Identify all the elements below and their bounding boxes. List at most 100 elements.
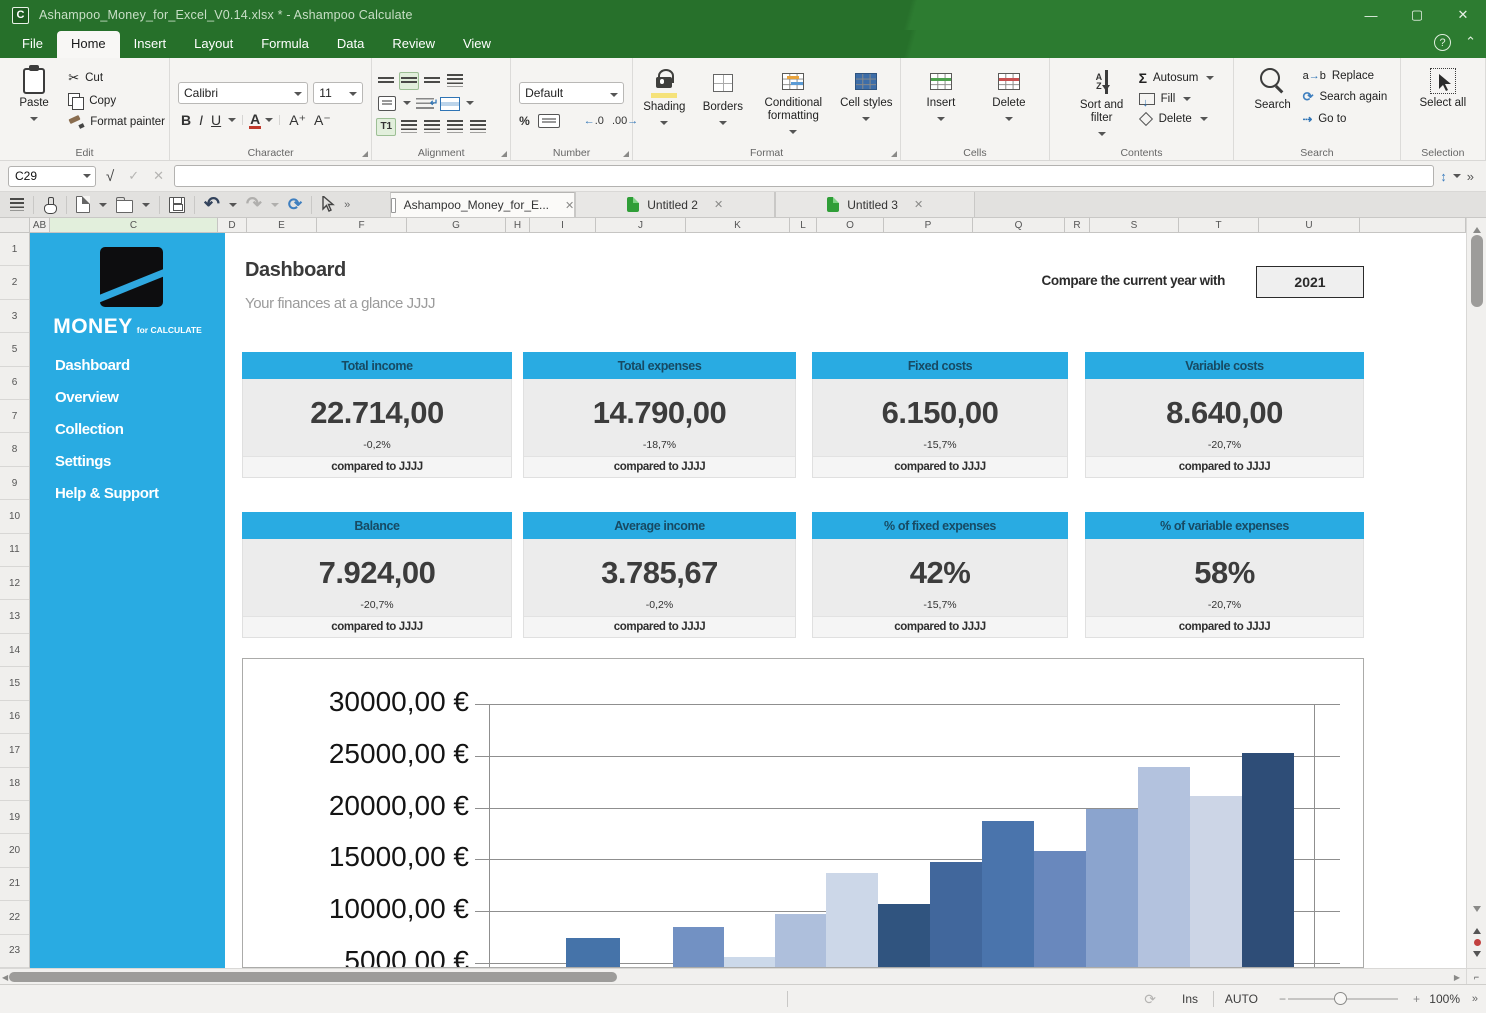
- borders-dropdown[interactable]: [719, 121, 727, 129]
- row-header-17[interactable]: 17: [0, 734, 29, 767]
- row-header-9[interactable]: 9: [0, 467, 29, 500]
- undo-dropdown[interactable]: [229, 203, 237, 211]
- conditional-formatting-dropdown[interactable]: [789, 130, 797, 138]
- sheet-tab-3[interactable]: Untitled 3✕: [775, 192, 975, 217]
- vertical-scrollbar-thumb[interactable]: [1471, 235, 1483, 307]
- character-dialog-launcher[interactable]: [362, 151, 368, 157]
- sidebar-item-collection[interactable]: Collection: [55, 413, 217, 445]
- row-header-2[interactable]: 2: [0, 266, 29, 299]
- sheet-tab-1[interactable]: Ashampoo_Money_for_E...✕: [390, 192, 575, 217]
- row-header-7[interactable]: 7: [0, 400, 29, 433]
- column-header-G[interactable]: G: [407, 218, 506, 232]
- align-distribute-button[interactable]: [445, 72, 465, 90]
- font-color-button[interactable]: A: [249, 112, 261, 129]
- select-all-corner[interactable]: [0, 218, 30, 232]
- borders-small-dropdown[interactable]: [403, 101, 411, 109]
- menu-view[interactable]: View: [449, 31, 505, 58]
- formula-input[interactable]: [174, 165, 1434, 187]
- column-header-S[interactable]: S: [1090, 218, 1179, 232]
- cell-styles-dropdown[interactable]: [862, 117, 870, 125]
- wrap-text-button[interactable]: [414, 94, 436, 114]
- align-right-button[interactable]: [445, 118, 465, 136]
- row-header-8[interactable]: 8: [0, 433, 29, 466]
- zoom-slider[interactable]: [1288, 998, 1398, 1000]
- align-center-button[interactable]: [422, 118, 442, 136]
- delete-contents-button[interactable]: Delete: [1139, 112, 1215, 126]
- zoom-in-button[interactable]: +: [1413, 992, 1420, 1006]
- open-folder-icon[interactable]: [116, 200, 133, 213]
- horizontal-scrollbar-thumb[interactable]: [9, 972, 617, 982]
- sort-and-filter-dropdown[interactable]: [1098, 132, 1106, 140]
- sidebar-item-settings[interactable]: Settings: [55, 445, 217, 477]
- cell-styles-button[interactable]: Cell styles: [836, 64, 896, 125]
- column-header-R[interactable]: R: [1065, 218, 1090, 232]
- accept-button[interactable]: ✓: [124, 168, 143, 184]
- expand-formula-bar-icon[interactable]: ↕: [1440, 169, 1447, 184]
- close-tab-icon[interactable]: ✕: [714, 198, 723, 211]
- format-painter-button[interactable]: Format painter: [68, 115, 165, 129]
- cut-button[interactable]: ✂Cut: [68, 70, 165, 86]
- cancel-button[interactable]: ✕: [149, 168, 168, 184]
- borders-button[interactable]: Borders: [696, 64, 751, 129]
- align-left-button[interactable]: [399, 118, 419, 136]
- search-again-button[interactable]: ⟳Search again: [1303, 89, 1388, 105]
- scrollbar-corner[interactable]: ⌐: [1466, 968, 1486, 984]
- italic-button[interactable]: I: [196, 112, 206, 128]
- autosum-button[interactable]: ΣAutosum: [1139, 70, 1215, 86]
- function-wizard-button[interactable]: √: [102, 168, 118, 185]
- number-dialog-launcher[interactable]: [623, 151, 629, 157]
- row-header-3[interactable]: 3: [0, 300, 29, 333]
- menu-data[interactable]: Data: [323, 31, 378, 58]
- row-header-18[interactable]: 18: [0, 768, 29, 801]
- delete-cells-button[interactable]: Delete: [977, 64, 1041, 125]
- name-box[interactable]: C29: [8, 166, 96, 187]
- column-header-Q[interactable]: Q: [973, 218, 1065, 232]
- align-middle-button[interactable]: [399, 72, 419, 90]
- align-top-button[interactable]: [376, 72, 396, 90]
- alignment-dialog-launcher[interactable]: [501, 151, 507, 157]
- calc-mode-indicator[interactable]: AUTO: [1225, 992, 1258, 1006]
- row-header-11[interactable]: 11: [0, 534, 29, 567]
- formula-bar-dropdown[interactable]: [1453, 174, 1461, 182]
- borders-small-button[interactable]: [376, 94, 398, 114]
- jump-previous-icon[interactable]: [1473, 924, 1481, 934]
- zoom-slider-knob[interactable]: [1334, 992, 1347, 1005]
- merge-cells-button[interactable]: [439, 94, 461, 114]
- scroll-down-icon[interactable]: [1473, 906, 1481, 916]
- paste-dropdown[interactable]: [30, 117, 38, 125]
- sidebar-item-help-support[interactable]: Help & Support: [55, 477, 217, 509]
- status-overflow-icon[interactable]: »: [1472, 993, 1478, 1005]
- row-header-22[interactable]: 22: [0, 901, 29, 934]
- column-header-H[interactable]: H: [506, 218, 530, 232]
- menu-file[interactable]: File: [8, 31, 57, 58]
- row-header-21[interactable]: 21: [0, 868, 29, 901]
- column-header-U[interactable]: U: [1259, 218, 1360, 232]
- underline-dropdown[interactable]: [228, 118, 236, 126]
- column-header-AB[interactable]: AB: [30, 218, 50, 232]
- column-header-P[interactable]: P: [884, 218, 973, 232]
- scroll-right-icon[interactable]: ▶: [1454, 973, 1460, 982]
- column-header-F[interactable]: F: [317, 218, 407, 232]
- align-justify-button[interactable]: [468, 118, 488, 136]
- delete-contents-dropdown[interactable]: [1200, 117, 1208, 125]
- maximize-button[interactable]: ▢: [1394, 0, 1440, 30]
- help-icon[interactable]: ?: [1434, 34, 1451, 51]
- new-document-icon[interactable]: [76, 196, 90, 213]
- column-header-J[interactable]: J: [596, 218, 686, 232]
- conditional-formatting-button[interactable]: Conditional formatting: [754, 64, 832, 138]
- align-bottom-button[interactable]: [422, 72, 442, 90]
- touch-mode-icon[interactable]: [43, 197, 57, 213]
- zoom-level[interactable]: 100%: [1429, 992, 1460, 1006]
- row-header-19[interactable]: 19: [0, 801, 29, 834]
- add-decimal-button[interactable]: ←.0: [584, 115, 604, 127]
- go-to-button[interactable]: ⇢Go to: [1303, 112, 1388, 126]
- menu-review[interactable]: Review: [378, 31, 449, 58]
- insert-mode-indicator[interactable]: Ins: [1182, 992, 1198, 1006]
- undo-icon[interactable]: ↶: [204, 197, 220, 213]
- row-header-16[interactable]: 16: [0, 701, 29, 734]
- row-header-1[interactable]: 1: [0, 233, 29, 266]
- autosum-dropdown[interactable]: [1206, 76, 1214, 84]
- merge-cells-dropdown[interactable]: [466, 101, 474, 109]
- column-header-O[interactable]: O: [817, 218, 884, 232]
- sidebar-item-overview[interactable]: Overview: [55, 381, 217, 413]
